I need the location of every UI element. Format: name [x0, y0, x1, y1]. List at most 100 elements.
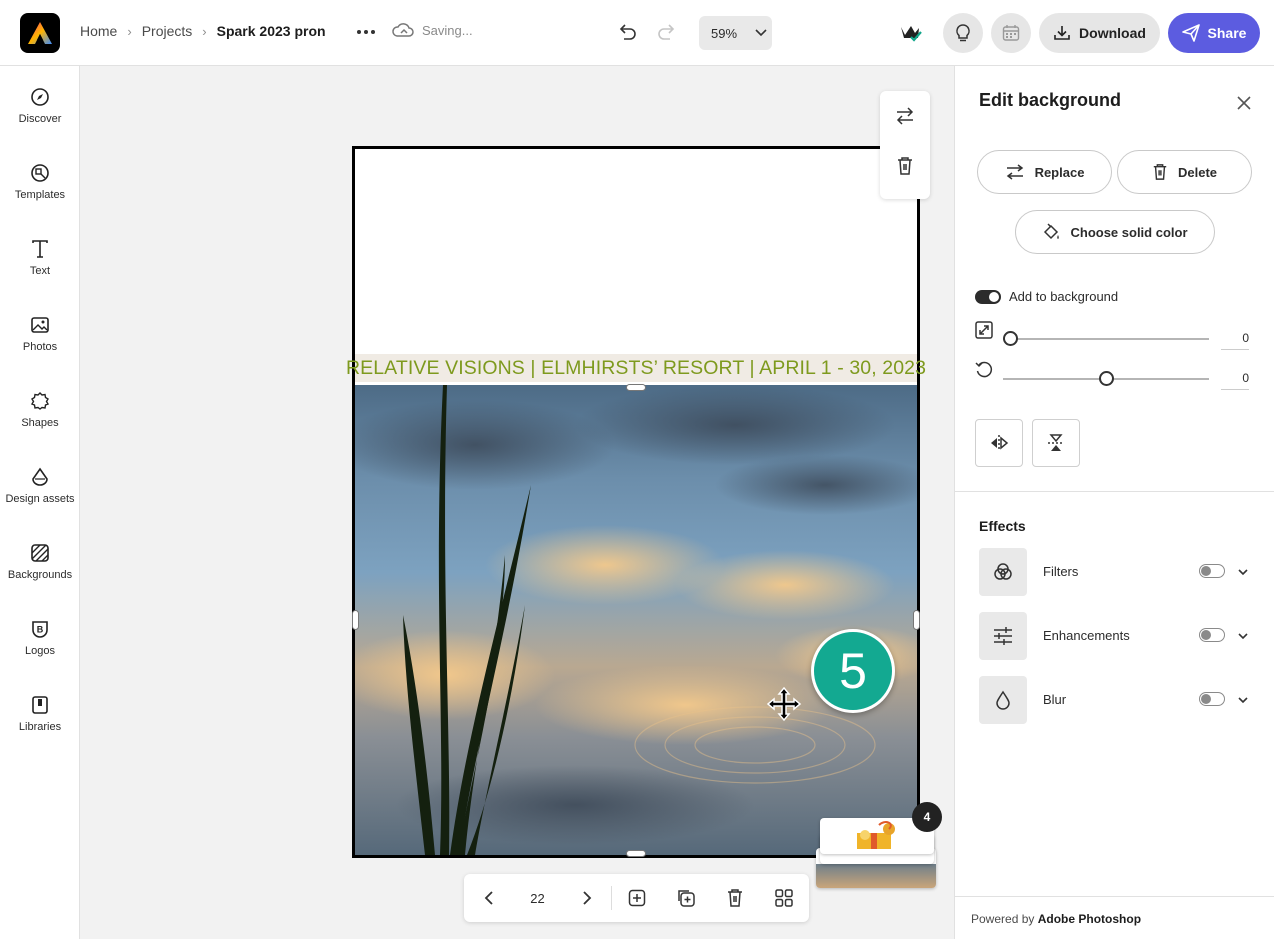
- lightbulb-icon: [956, 24, 970, 42]
- page-navigation-bar: 22: [464, 874, 809, 922]
- sidebar-item-templates[interactable]: Templates: [0, 163, 80, 223]
- sidebar-item-logos[interactable]: B Logos: [0, 619, 80, 679]
- toggle-knob: [1201, 565, 1211, 576]
- divider: [955, 491, 1274, 492]
- trash-icon: [898, 157, 912, 175]
- sidebar-item-label: Logos: [25, 645, 55, 657]
- banner-text[interactable]: RELATIVE VISIONS | ELMHIRSTS’ RESORT | A…: [346, 354, 926, 382]
- floating-toolbar: [880, 91, 930, 199]
- sidebar-item-backgrounds[interactable]: Backgrounds: [0, 543, 80, 603]
- share-button[interactable]: Share: [1168, 13, 1260, 53]
- download-button[interactable]: Download: [1039, 13, 1160, 53]
- scale-slider-track[interactable]: [1003, 338, 1209, 340]
- chevron-right-icon: [582, 891, 591, 905]
- add-to-background-toggle[interactable]: [975, 290, 1001, 304]
- powered-by-brand: Adobe Photoshop: [1037, 912, 1142, 926]
- chevron-right-icon: ›: [202, 23, 207, 39]
- grid-icon: [774, 889, 793, 907]
- sidebar-item-text[interactable]: Text: [0, 239, 80, 299]
- sidebar-item-label: Photos: [22, 341, 58, 353]
- flip-vertical-button[interactable]: [1032, 419, 1080, 467]
- resize-handle-right[interactable]: [913, 610, 920, 630]
- grid-view-button[interactable]: [759, 874, 808, 922]
- text-icon: [32, 240, 48, 258]
- design-page[interactable]: RELATIVE VISIONS | ELMHIRSTS’ RESORT | A…: [346, 146, 926, 858]
- redo-button[interactable]: [654, 20, 680, 46]
- sidebar-item-label: Discover: [18, 113, 62, 125]
- delete-label: Delete: [1177, 164, 1218, 180]
- shape-icon: [30, 392, 50, 410]
- blur-icon-box[interactable]: [979, 676, 1027, 724]
- step-badge: 5: [811, 629, 895, 713]
- sidebar-item-design-assets[interactable]: Design assets: [0, 467, 80, 527]
- resize-handle-bottom[interactable]: [626, 850, 646, 857]
- learn-button[interactable]: [943, 13, 983, 53]
- choose-solid-color-button[interactable]: Choose solid color: [1015, 210, 1215, 254]
- save-status-text: Saving...: [422, 22, 473, 38]
- paint-bucket-icon: [1044, 223, 1060, 240]
- adobe-express-logo[interactable]: [20, 13, 60, 53]
- undo-button[interactable]: [614, 20, 640, 46]
- enhancements-icon-box[interactable]: [979, 612, 1027, 660]
- droplet-icon: [996, 690, 1010, 710]
- design-canvas[interactable]: RELATIVE VISIONS | ELMHIRSTS’ RESORT | A…: [80, 66, 954, 939]
- zoom-dropdown[interactable]: 59%: [699, 16, 772, 50]
- replace-button[interactable]: Replace: [977, 150, 1112, 194]
- delete-tool-button[interactable]: [880, 141, 930, 191]
- delete-button[interactable]: Delete: [1117, 150, 1252, 194]
- zoom-value: 59%: [711, 25, 738, 41]
- premium-check-button[interactable]: [891, 13, 931, 53]
- toggle-knob: [1201, 629, 1211, 640]
- resize-handle-top[interactable]: [626, 384, 646, 391]
- chevron-down-icon[interactable]: [1236, 693, 1250, 707]
- sidebar-item-discover[interactable]: Discover: [0, 87, 80, 147]
- project-name[interactable]: Spark 2023 pron: [217, 23, 326, 39]
- chevron-down-icon[interactable]: [1236, 629, 1250, 643]
- add-page-icon: [628, 889, 645, 907]
- sidebar-item-photos[interactable]: Photos: [0, 315, 80, 375]
- breadcrumb-home[interactable]: Home: [80, 23, 117, 39]
- enhancements-toggle[interactable]: [1199, 628, 1225, 642]
- replace-label: Replace: [1034, 164, 1085, 180]
- swap-icon: [1006, 164, 1023, 180]
- sidebar-item-label: Design assets: [5, 493, 75, 505]
- rotate-value[interactable]: 0: [1221, 371, 1249, 390]
- filters-toggle[interactable]: [1199, 564, 1225, 578]
- add-page-button[interactable]: [612, 874, 661, 922]
- replace-tool-button[interactable]: [880, 91, 930, 141]
- page-number[interactable]: 22: [513, 874, 562, 922]
- scale-slider-thumb[interactable]: [1003, 331, 1018, 346]
- breadcrumb-projects[interactable]: Projects: [142, 23, 193, 39]
- water-reflection-image: [355, 385, 917, 855]
- chevron-down-icon[interactable]: [1236, 565, 1250, 579]
- rotate-slider-thumb[interactable]: [1099, 371, 1114, 386]
- resize-handle-left[interactable]: [352, 610, 359, 630]
- schedule-button[interactable]: [991, 13, 1031, 53]
- page-thumbnail-stack[interactable]: 4: [816, 802, 942, 888]
- sidebar-item-label: Templates: [14, 189, 66, 201]
- flip-horizontal-icon: [991, 435, 1009, 451]
- cloud-sync-icon: [392, 23, 414, 37]
- backgrounds-icon: [31, 544, 49, 562]
- more-options-button[interactable]: [354, 22, 378, 42]
- previous-page-button[interactable]: [464, 874, 513, 922]
- scale-icon: [975, 321, 993, 339]
- next-page-button[interactable]: [562, 874, 611, 922]
- close-panel-button[interactable]: [1233, 92, 1255, 114]
- sidebar-item-label: Text: [29, 265, 51, 277]
- scale-value[interactable]: 0: [1221, 331, 1249, 350]
- sidebar-item-shapes[interactable]: Shapes: [0, 391, 80, 451]
- sidebar-item-libraries[interactable]: Libraries: [0, 695, 80, 755]
- flip-horizontal-button[interactable]: [975, 419, 1023, 467]
- duplicate-icon: [677, 890, 695, 907]
- top-bar: Home › Projects › Spark 2023 pron Saving…: [0, 0, 1274, 66]
- calendar-icon: [1002, 25, 1020, 41]
- filters-icon-box[interactable]: [979, 548, 1027, 596]
- duplicate-page-button[interactable]: [661, 874, 710, 922]
- background-photo[interactable]: [355, 385, 917, 855]
- blur-toggle[interactable]: [1199, 692, 1225, 706]
- delete-page-button[interactable]: [710, 874, 759, 922]
- close-icon: [1237, 96, 1251, 110]
- sidebar-item-label: Backgrounds: [7, 569, 73, 581]
- powered-by-prefix: Powered by: [971, 912, 1035, 926]
